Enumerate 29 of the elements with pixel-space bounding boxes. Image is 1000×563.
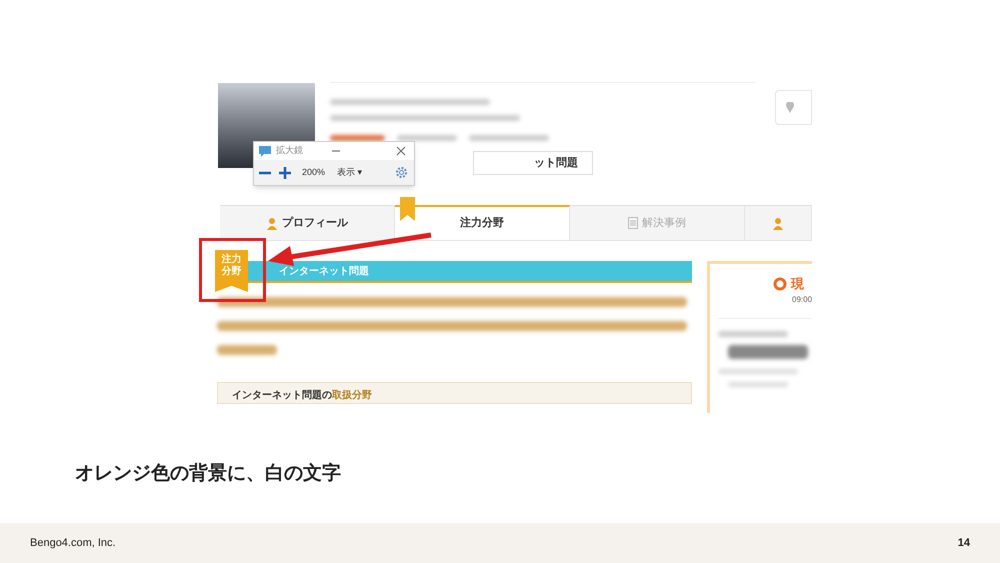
- view-menu[interactable]: 表示 ▾: [337, 166, 363, 180]
- category-button[interactable]: ット問題: [473, 151, 593, 175]
- location-field[interactable]: [775, 90, 812, 125]
- tab[interactable]: 注力分野: [395, 205, 570, 240]
- zoom-level: 200%: [302, 166, 326, 179]
- section-header: インターネット問題の取扱分野: [217, 382, 692, 404]
- zoom-in-icon[interactable]: [278, 166, 292, 180]
- person-icon: [772, 216, 784, 230]
- blurred-text: [718, 330, 788, 336]
- tab[interactable]: プロフィール: [220, 205, 395, 240]
- person-icon: [266, 216, 278, 230]
- card-title: 現: [791, 275, 804, 293]
- opening-time: 09:00: [792, 294, 812, 306]
- blurred-text: [217, 345, 277, 355]
- ribbon-icon: [400, 197, 415, 221]
- blurred-text: [728, 382, 788, 386]
- slide-caption: オレンジ色の背景に、白の文字: [75, 462, 341, 486]
- ring-icon: [773, 276, 787, 291]
- magnifier-app-icon: [259, 146, 271, 156]
- blurred-text: [330, 135, 385, 141]
- close-icon[interactable]: [396, 146, 406, 156]
- page-number: 14: [958, 536, 970, 551]
- category-badge: 注力 分野: [215, 250, 248, 292]
- window-title: 拡大鏡: [276, 144, 303, 158]
- settings-icon[interactable]: [395, 166, 408, 179]
- company-name: Bengo4.com, Inc.: [30, 536, 116, 551]
- highlight-frame: [199, 238, 266, 302]
- document-icon: [628, 217, 638, 229]
- pin-icon: [786, 102, 794, 113]
